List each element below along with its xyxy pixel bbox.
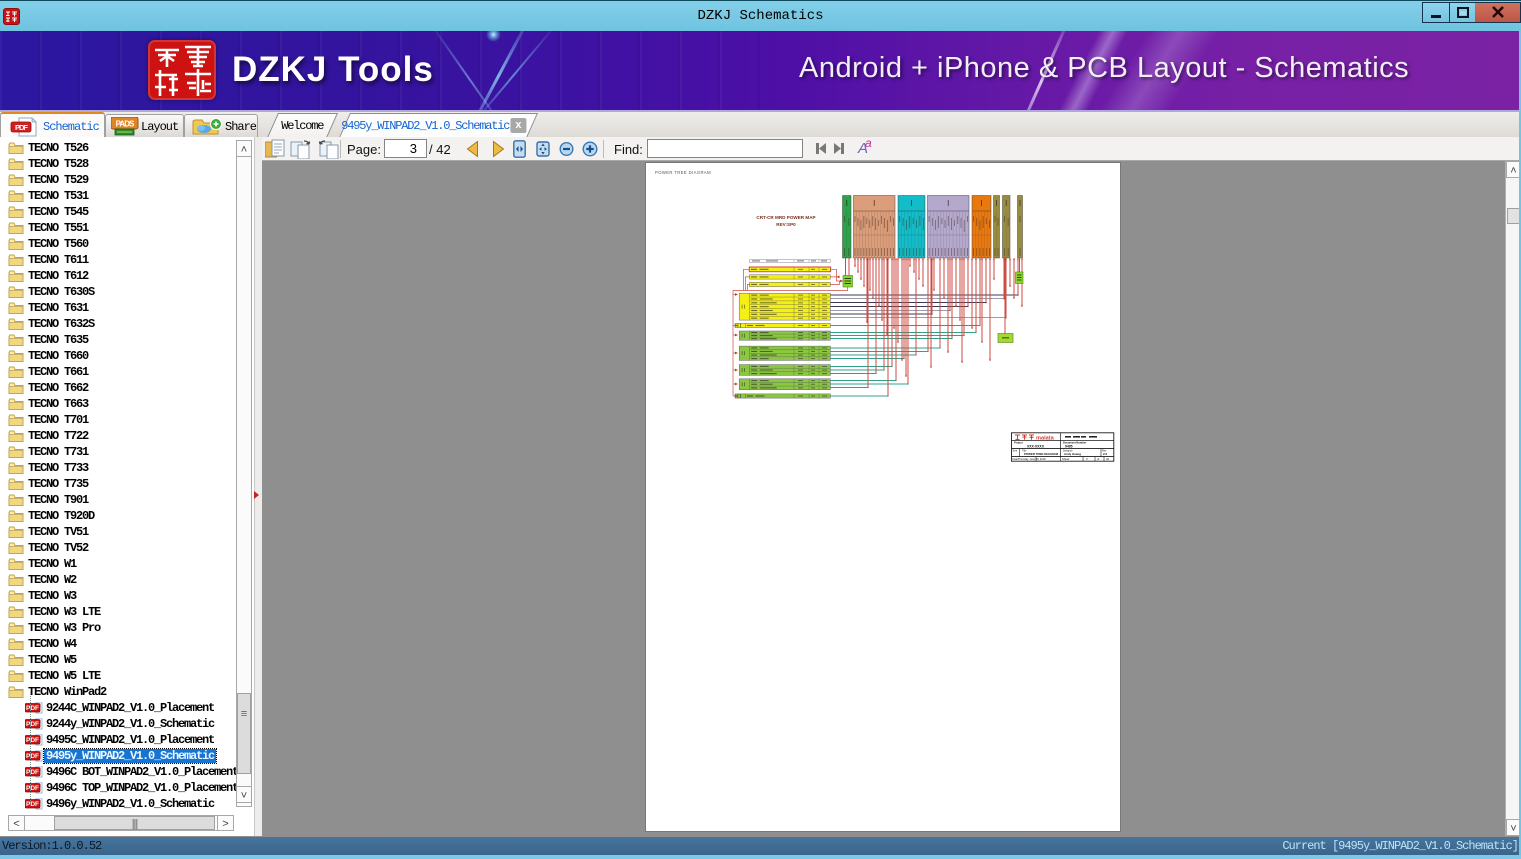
svg-text:PDF: PDF: [26, 769, 39, 776]
svg-text:PDF: PDF: [26, 785, 39, 792]
svg-text:of: of: [1097, 457, 1100, 461]
svg-text:Sheet: Sheet: [1062, 457, 1070, 461]
svg-text:PDF: PDF: [26, 737, 39, 744]
svg-text:POWER TREE DIAGRAM: POWER TREE DIAGRAM: [1024, 452, 1059, 456]
svg-text:PADS: PADS: [116, 120, 135, 129]
svg-text:PDF: PDF: [15, 123, 28, 132]
svg-text:Andy Huang: Andy Huang: [1064, 452, 1081, 456]
svg-text:PDF: PDF: [26, 721, 39, 728]
svg-text:XXX-XXXX: XXX-XXXX: [1027, 444, 1045, 448]
svg-text:PDF: PDF: [26, 801, 39, 808]
svg-text:Thursday, June 28, 2018: Thursday, June 28, 2018: [1018, 458, 1046, 461]
svg-text:POWER TREE DIAGRAM: POWER TREE DIAGRAM: [655, 170, 711, 175]
svg-text:malata: malata: [1036, 436, 1055, 442]
svg-text:PDF: PDF: [26, 753, 39, 760]
svg-text:Project: Project: [1014, 441, 1023, 445]
svg-text:REV:SP0: REV:SP0: [776, 222, 796, 227]
svg-text:Size: Size: [1013, 449, 1018, 452]
svg-text:42: 42: [1106, 457, 1110, 461]
svg-text:9495: 9495: [1065, 444, 1073, 448]
svg-text:2.0: 2.0: [1103, 452, 1108, 456]
svg-text:CRT-CR MRD POWER MAP: CRT-CR MRD POWER MAP: [756, 215, 815, 220]
svg-text:PDF: PDF: [26, 705, 39, 712]
